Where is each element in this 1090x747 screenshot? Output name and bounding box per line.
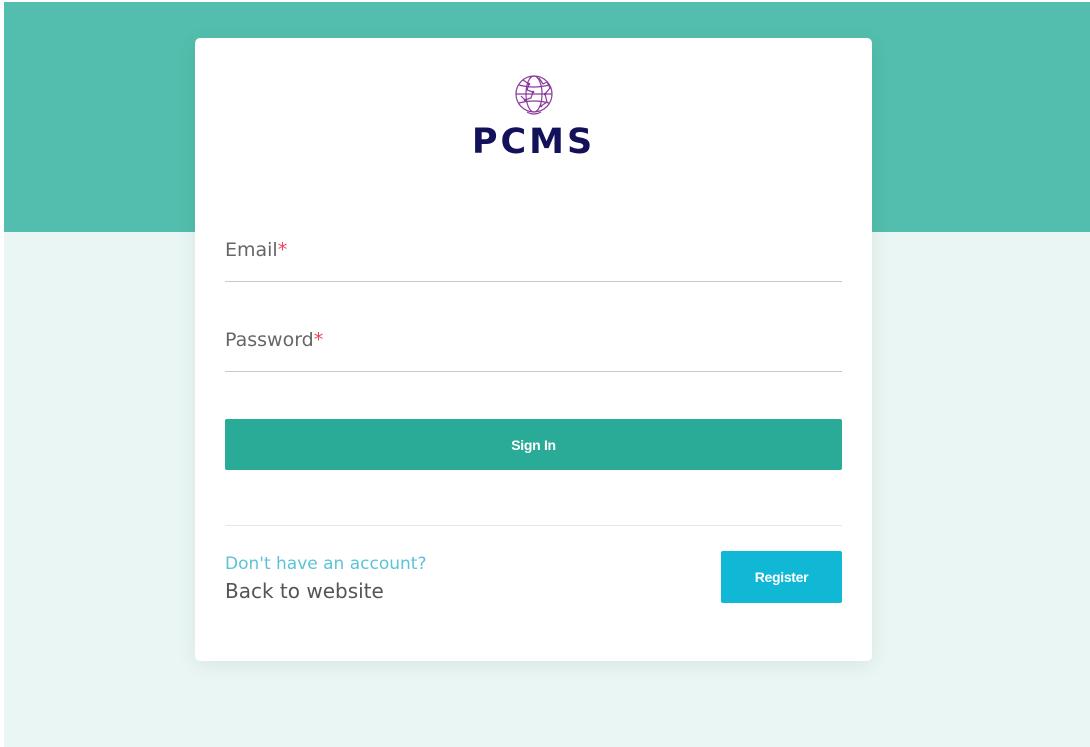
email-input[interactable] — [225, 238, 842, 281]
divider — [225, 525, 842, 526]
back-to-website-link[interactable]: Back to website — [225, 579, 384, 603]
sign-in-button[interactable]: Sign In — [225, 419, 842, 470]
account-prompt-link[interactable]: Don't have an account? — [225, 554, 426, 574]
globe-map-icon — [509, 72, 559, 118]
register-button[interactable]: Register — [721, 551, 842, 603]
logo: PCMS — [195, 72, 872, 162]
login-card: PCMS Email* Password* Sign In Don't have… — [195, 38, 872, 661]
password-input[interactable] — [225, 328, 842, 371]
password-field[interactable]: Password* — [225, 328, 842, 372]
brand-name: PCMS — [471, 122, 596, 162]
email-field[interactable]: Email* — [225, 238, 842, 282]
